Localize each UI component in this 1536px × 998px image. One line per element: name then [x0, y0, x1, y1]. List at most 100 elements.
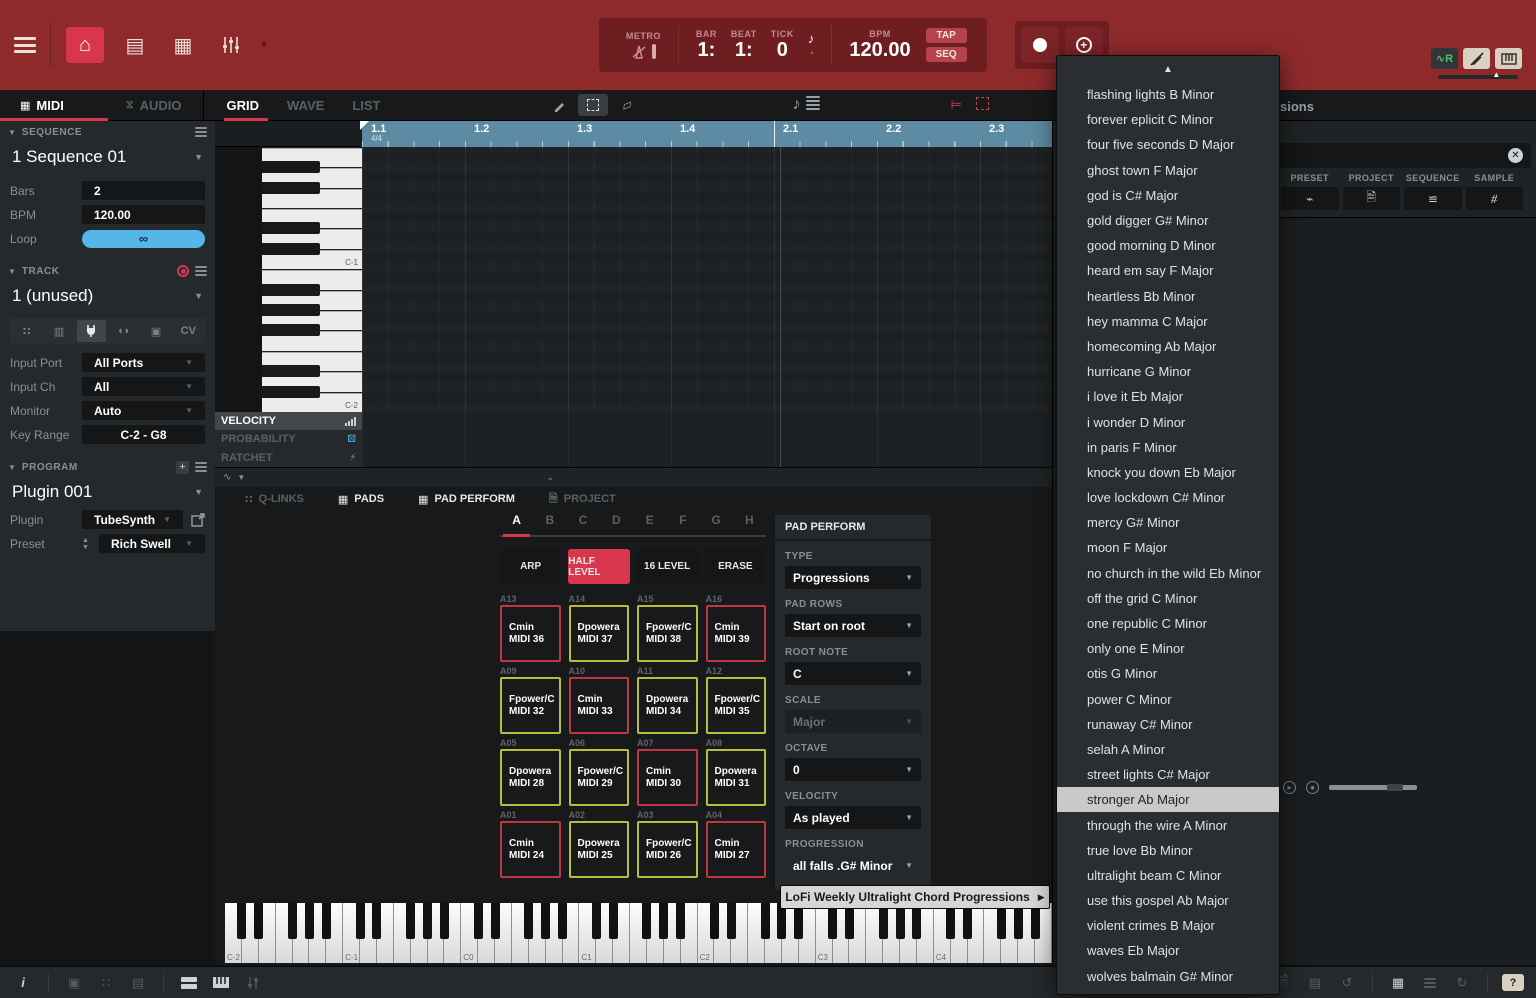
program-menu-icon[interactable] — [195, 462, 207, 472]
eraser-tool-button[interactable]: ▱ — [612, 94, 642, 116]
track-view-button[interactable]: ▤ — [118, 28, 152, 62]
tempo-section[interactable]: BPM120.00 TAP SEQ — [832, 25, 976, 65]
main-mode-button[interactable]: ⌂ — [66, 27, 104, 63]
progression-option[interactable]: i love it Eb Major — [1057, 384, 1279, 409]
pad-bank-f[interactable]: F — [666, 513, 699, 535]
tab-audio[interactable]: ⧖AUDIO — [126, 98, 182, 113]
lane-ratchet[interactable]: RATCHET⚡ — [215, 449, 362, 467]
midi-track-icon[interactable]: ◖◗ — [109, 320, 138, 342]
bar-value[interactable]: 1: — [698, 39, 716, 61]
chevron-down-icon[interactable]: ▼ — [194, 291, 203, 301]
pad-bank-g[interactable]: G — [700, 513, 733, 535]
pad-a07[interactable]: CminMIDI 30 — [637, 749, 698, 806]
piano-roll-keys[interactable]: C-2C-1 — [262, 147, 362, 412]
piano-keys-icon[interactable] — [210, 974, 232, 992]
progression-option[interactable]: gold digger G# Minor — [1057, 208, 1279, 233]
progression-option[interactable]: waves Eb Major — [1057, 938, 1279, 963]
arp-button[interactable]: ARP — [500, 549, 561, 584]
progression-option[interactable]: heartless Bb Minor — [1057, 284, 1279, 309]
black-key[interactable] — [642, 903, 651, 939]
tab-wave[interactable]: WAVE — [287, 98, 324, 113]
velocity-select[interactable]: As played▼ — [785, 806, 921, 829]
event-list-icon[interactable] — [806, 96, 820, 114]
count-in-icon[interactable] — [652, 44, 656, 59]
pad-mixer-icon[interactable]: ∷ — [95, 974, 117, 992]
filter-preset-button[interactable]: ⌁ — [1281, 187, 1339, 210]
help-button[interactable]: ? — [1502, 974, 1524, 991]
metronome-section[interactable]: METRO — [609, 25, 679, 65]
cv-track-icon[interactable]: CV — [174, 320, 203, 342]
progression-option[interactable]: power C Minor — [1057, 687, 1279, 712]
octave-select[interactable]: 0▼ — [785, 758, 921, 781]
progression-option[interactable]: street lights C# Major — [1057, 762, 1279, 787]
program-selector[interactable]: Plugin 001▼ — [0, 478, 215, 506]
type-select[interactable]: Progressions▼ — [785, 566, 921, 589]
track-menu-icon[interactable] — [195, 266, 207, 276]
progression-option[interactable]: hey mamma C Major — [1057, 309, 1279, 334]
progression-option[interactable]: hurricane G Minor — [1057, 359, 1279, 384]
retro-record-icon[interactable]: ◔ — [808, 48, 815, 60]
beat-value[interactable]: 1: — [735, 39, 753, 61]
progression-option[interactable]: selah A Minor — [1057, 737, 1279, 762]
progression-option[interactable]: moon F Major — [1057, 535, 1279, 560]
tab-pads[interactable]: ▦PADS — [338, 493, 384, 506]
automation-icon[interactable]: ∿ — [223, 472, 231, 483]
plugin-track-icon[interactable] — [77, 320, 106, 342]
pad-view-button[interactable]: ▦ — [166, 28, 200, 62]
filter-sample-button[interactable]: ⧣ — [1466, 187, 1524, 210]
track-section-header[interactable]: ▼ TRACK — [0, 260, 215, 282]
progression-option[interactable]: heard em say F Major — [1057, 258, 1279, 283]
progression-option[interactable]: through the wire A Minor — [1057, 812, 1279, 837]
black-key[interactable] — [305, 903, 314, 939]
black-key[interactable] — [423, 903, 432, 939]
note-grid[interactable] — [362, 147, 1052, 412]
black-key[interactable] — [710, 903, 719, 939]
notes-icon[interactable]: ▤ — [1304, 974, 1326, 992]
black-key[interactable] — [491, 903, 500, 939]
progression-option[interactable]: mercy G# Minor — [1057, 510, 1279, 535]
black-key[interactable] — [254, 903, 263, 939]
pad-bank-a[interactable]: A — [500, 513, 533, 535]
progression-select[interactable]: all falls .G# Minor▼ — [785, 854, 921, 877]
pad-bank-b[interactable]: B — [533, 513, 566, 535]
seq-tempo-button[interactable]: SEQ — [926, 47, 967, 62]
pad-bank-e[interactable]: E — [633, 513, 666, 535]
tab-project[interactable]: 🗎PROJECT — [549, 490, 616, 509]
program-section-header[interactable]: ▼ PROGRAM + — [0, 456, 215, 478]
roll-black-key[interactable] — [262, 284, 320, 296]
sequence-section-header[interactable]: ▼ SEQUENCE — [0, 121, 215, 143]
tab-grid[interactable]: GRID — [226, 98, 259, 113]
faders-small-icon[interactable] — [242, 974, 264, 992]
pad-a08[interactable]: DpoweraMIDI 31 — [706, 749, 767, 806]
collapse-caret-icon[interactable]: ▼ — [8, 463, 16, 472]
chevron-down-icon[interactable]: ▼ — [194, 152, 203, 162]
info-icon[interactable]: i — [12, 974, 34, 992]
virtual-keyboard-button[interactable] — [1495, 48, 1522, 69]
sequence-menu-icon[interactable] — [195, 127, 207, 137]
preset-select[interactable]: Rich Swell▼ — [99, 534, 205, 553]
lane-add-caret-icon[interactable]: ▼ — [237, 473, 245, 482]
audition-volume-slider[interactable] — [1329, 785, 1417, 790]
pad-a16[interactable]: CminMIDI 39 — [706, 605, 767, 662]
metronome-muted-icon[interactable] — [631, 44, 647, 60]
roll-black-key[interactable] — [262, 161, 320, 173]
roll-black-key[interactable] — [262, 386, 320, 398]
progression-option[interactable]: wolves balmain G# Minor — [1057, 964, 1279, 989]
black-key[interactable] — [372, 903, 381, 939]
pad-bank-c[interactable]: C — [567, 513, 600, 535]
roll-black-key[interactable] — [262, 182, 320, 194]
tab-q-links[interactable]: ∷Q-LINKS — [245, 493, 304, 506]
black-key[interactable] — [406, 903, 415, 939]
open-plugin-window-icon[interactable] — [191, 513, 205, 527]
pad-a06[interactable]: Fpower/CMIDI 29 — [569, 749, 630, 806]
audio-track-icon[interactable]: ▣ — [141, 320, 170, 342]
lane-collapse-icon[interactable]: ⌄ — [546, 472, 554, 483]
progression-option[interactable]: ultralight beam C Minor — [1057, 863, 1279, 888]
collapse-caret-icon[interactable]: ▼ — [8, 128, 16, 137]
locate-marker-icon[interactable]: ⊨ — [950, 97, 961, 113]
bpm-value[interactable]: 120.00 — [849, 39, 910, 61]
half-level-button[interactable]: HALF LEVEL — [568, 549, 629, 584]
tick-value[interactable]: 0 — [777, 39, 788, 61]
bottom-piano-keyboard[interactable]: C-2C-1C0C1C2C3C4 — [225, 903, 1052, 963]
black-key[interactable] — [558, 903, 567, 939]
